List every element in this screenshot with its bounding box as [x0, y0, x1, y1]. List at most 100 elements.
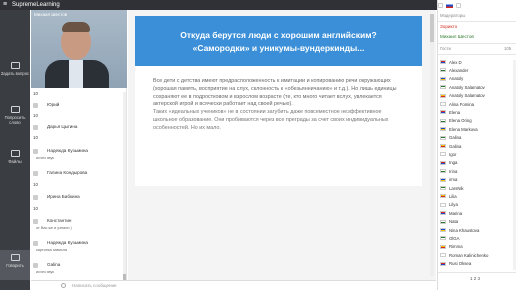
participant-item[interactable]: irma — [440, 176, 514, 184]
emoji-icon[interactable] — [61, 283, 66, 288]
chat-number: 10 — [33, 135, 39, 140]
moderator-item[interactable]: Зорикто — [440, 24, 457, 29]
flag-icon — [440, 68, 446, 73]
avatar — [33, 263, 38, 268]
pagination[interactable]: 1 2 3 — [470, 276, 480, 281]
request-speech-label: Попросить слово — [4, 115, 26, 125]
microphone-icon — [10, 254, 20, 261]
participant-name: Galina — [449, 143, 462, 149]
chat-author: Галина Кондырова — [47, 170, 88, 175]
participant-item[interactable]: Galina — [440, 134, 514, 142]
hamburger-menu-icon[interactable]: ≡ — [0, 0, 10, 10]
webcam-video: Михаил Шестов — [31, 10, 127, 88]
participant-item[interactable]: Nata — [440, 218, 514, 226]
participant-item[interactable]: Elena Markova — [440, 125, 514, 133]
message-input[interactable]: Написать сообщение — [72, 283, 117, 288]
participant-item[interactable]: Rusi Oksea — [440, 260, 514, 268]
participant-name: Rusi Oksea — [449, 261, 472, 267]
title-bar: ≡ SupremeLearning — [0, 0, 516, 10]
slide-scroll-thumb[interactable] — [430, 14, 434, 42]
request-speech-button[interactable]: Попросить слово — [0, 106, 30, 125]
files-button[interactable]: Файлы — [0, 150, 30, 164]
flag-icon — [440, 177, 446, 182]
flag-icon — [440, 228, 446, 232]
flag-icon — [440, 236, 446, 241]
participant-item[interactable]: Alex D — [440, 58, 514, 66]
participant-item[interactable]: Galina — [440, 142, 514, 150]
guests-count: 105 — [504, 46, 512, 51]
speaker-shirt — [69, 60, 83, 88]
participant-item[interactable]: OlGA — [440, 234, 514, 242]
chat-message: Galina исчез звук — [33, 262, 121, 275]
ask-question-label: Задать вопрос — [0, 71, 30, 76]
participant-name: Anatoly Salamatov — [449, 84, 485, 90]
participant-item[interactable]: LarsNik — [440, 184, 514, 192]
participant-item[interactable]: Alina Fomina — [440, 100, 514, 108]
flag-icon — [440, 127, 446, 132]
message-input-bar: Написать сообщение — [31, 280, 436, 290]
participant-item[interactable]: Elena — [440, 108, 514, 116]
language-flag-icon[interactable] — [446, 2, 453, 8]
participant-name: Alex D — [449, 59, 462, 65]
slide-paragraph: Все дети с детства имеют предрасположенн… — [153, 78, 397, 108]
chat-author: Ирина Бабкина — [47, 194, 80, 199]
participant-item[interactable]: Roman Kalinichenko — [440, 251, 514, 259]
participant-item[interactable]: Nina Khaustova — [440, 226, 514, 234]
flag-icon — [440, 244, 446, 249]
participant-item[interactable]: Anatoly Salamatov — [440, 83, 514, 91]
chat-messages: 10 Юрий 10 Дарья Цыгина 10 Надежда Кузьм… — [31, 90, 127, 275]
participant-item[interactable]: Anatoly Salamatov — [440, 92, 514, 100]
moderator-item[interactable]: Михаил Шестов — [440, 34, 474, 39]
ask-question-button[interactable]: Задать вопрос — [0, 62, 30, 76]
slide-paragraph: Таких «идеальных учеников» не в состояни… — [153, 109, 389, 131]
chat-author: Константин — [47, 218, 72, 223]
participant-name: Elena Markova — [449, 126, 478, 132]
chat-column: Михаил Шестов 10 Юрий 10 Дарья Цыгина 10… — [31, 10, 127, 290]
guests-label: Гости — [440, 46, 451, 51]
settings-icon[interactable] — [438, 2, 443, 8]
participant-item[interactable]: Marina — [440, 209, 514, 217]
participant-item[interactable]: Lilya — [440, 201, 514, 209]
chat-message: Надежда Кузьмина картинка зависла — [33, 240, 121, 254]
chat-text: от Вас же и узнали ) — [36, 226, 72, 230]
flag-icon — [440, 253, 446, 258]
flag-icon — [440, 211, 446, 216]
avatar — [33, 241, 38, 246]
flag-icon — [440, 261, 446, 266]
participant-item[interactable]: Irina — [440, 167, 514, 175]
participant-name: Anatoly Salamatov — [449, 93, 485, 99]
participant-item[interactable]: Anatoly — [440, 75, 514, 83]
participant-name: Anatoly — [449, 76, 464, 82]
slide-body: Все дети с детства имеют предрасположенн… — [153, 78, 405, 133]
flag-icon — [440, 135, 446, 140]
chat-text: картинка зависла — [36, 248, 67, 252]
participant-item[interactable]: Elena Oring — [440, 117, 514, 125]
participant-item[interactable]: Inga — [440, 159, 514, 167]
participant-item[interactable]: Lilia — [440, 192, 514, 200]
divider — [438, 43, 516, 44]
participant-item[interactable]: Rimma — [440, 243, 514, 251]
divider — [438, 54, 516, 55]
participant-item[interactable]: Alexander — [440, 66, 514, 74]
divider — [438, 21, 516, 22]
participant-name: Elena Oring — [449, 118, 472, 124]
flag-icon — [440, 160, 446, 165]
slide-scrollbar[interactable] — [430, 14, 434, 276]
speaker-hair — [62, 22, 90, 32]
chat-message: Галина Кондырова — [33, 170, 121, 184]
participant-item[interactable]: Igor — [440, 150, 514, 158]
chat-message: Надежда Кузьмина исчез звук — [33, 148, 121, 162]
slide-header: Откуда берутся люди с хорошим английским… — [135, 16, 422, 66]
flag-icon — [440, 152, 446, 157]
participants-panel: Модераторы Зорикто Михаил Шестов Гости 1… — [437, 10, 516, 290]
participant-name: Inga — [449, 160, 458, 166]
flag-icon — [440, 169, 446, 174]
chat-scrollbar[interactable] — [123, 92, 126, 282]
left-sidebar: Задать вопрос Попросить слово Файлы Гово… — [0, 10, 30, 290]
participant-name: Lilya — [449, 202, 458, 208]
participants-footer: 1 2 3 — [438, 272, 516, 290]
slide-title-line2: «Самородки» и уникумы-вундеркинды... — [192, 43, 365, 53]
speak-button[interactable]: Говорить — [0, 250, 30, 280]
user-icon[interactable] — [456, 2, 461, 8]
avatar — [33, 103, 38, 108]
